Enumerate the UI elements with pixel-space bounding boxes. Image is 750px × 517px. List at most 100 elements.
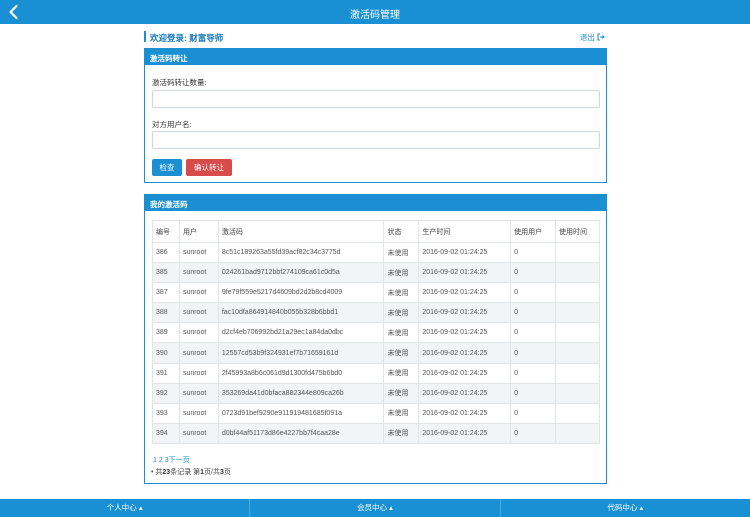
cell-used-by: 0 bbox=[510, 362, 557, 384]
table-row: 390 sunroot 12557cd53b9f324931ef7b71659161… bbox=[152, 342, 600, 364]
summary-suffix: 页 bbox=[223, 469, 231, 476]
cell-id: 388 bbox=[152, 302, 180, 324]
summary-mid: 条记录 第 bbox=[170, 469, 201, 476]
cell-created: 2016-09-02 01:24:25 bbox=[418, 402, 512, 424]
codes-panel-title: 我的激活码 bbox=[145, 195, 606, 211]
table-row: 385 sunroot 024261bad9712bbf274109ca61c0d5… bbox=[152, 262, 600, 284]
cell-code: fac10dfa864914840b055b328b6bbd1 bbox=[217, 302, 385, 324]
table-row: 394 sunroot d0bf44af51173d86e4227bb7f4caa2… bbox=[152, 422, 600, 444]
cell-created: 2016-09-02 01:24:25 bbox=[418, 302, 512, 324]
bottom-nav: 个人中心 ▴ 会员中心 ▴ 代码中心 ▴ bbox=[0, 499, 750, 517]
cell-user: sunroot bbox=[178, 402, 219, 424]
cell-used-at bbox=[555, 402, 600, 424]
column-header-code: 激活码 bbox=[217, 220, 385, 243]
codes-table: 编号 用户 激活码 状态 生产时间 使用用户 使用时间 386 sunroot 8c… bbox=[152, 220, 600, 444]
summary-mid2: 页/共 bbox=[204, 469, 221, 476]
column-header-used-at: 使用时间 bbox=[555, 220, 600, 243]
cell-status: 未使用 bbox=[383, 422, 420, 444]
cell-id: 385 bbox=[152, 262, 180, 284]
codes-panel: 我的激活码 编号 用户 激活码 状态 生产时间 使用用户 使用时间 386 sun… bbox=[144, 194, 607, 484]
cell-created: 2016-09-02 01:24:25 bbox=[418, 342, 512, 364]
record-summary: • 共23条记录 第1页/共3页 bbox=[151, 469, 231, 476]
cell-status: 未使用 bbox=[383, 382, 420, 404]
cell-status: 未使用 bbox=[383, 241, 420, 264]
table-row: 393 sunroot 0723d91bef9290e911919481685f09… bbox=[152, 402, 600, 424]
cell-id: 386 bbox=[152, 241, 180, 264]
cell-used-at bbox=[555, 342, 600, 364]
page-title: 激活码管理 bbox=[350, 10, 400, 21]
cell-used-by: 0 bbox=[510, 322, 557, 344]
check-button[interactable]: 检查 bbox=[152, 159, 182, 176]
cell-code: 8c51c189263a55fd39acf82c34c3775d bbox=[217, 241, 385, 264]
column-header-used-by: 使用用户 bbox=[510, 220, 557, 243]
cell-used-at bbox=[555, 302, 600, 324]
cell-status: 未使用 bbox=[383, 262, 420, 284]
cell-used-at bbox=[555, 362, 600, 384]
cell-used-by: 0 bbox=[510, 302, 557, 324]
cell-code: 2f45993a8b6c061d9d1300fd475b6bd0 bbox=[217, 362, 385, 384]
next-page-link[interactable]: 下一页 bbox=[169, 457, 190, 464]
nav-code-center[interactable]: 代码中心 ▴ bbox=[501, 499, 750, 517]
cell-user: sunroot bbox=[178, 302, 219, 324]
cell-id: 390 bbox=[152, 342, 180, 364]
cell-code: 353269da41d0bfaca882344e809ca26b bbox=[217, 382, 385, 404]
cell-used-at bbox=[555, 382, 600, 404]
table-row: 392 sunroot 353269da41d0bfaca882344e809ca2… bbox=[152, 382, 600, 404]
cell-id: 393 bbox=[152, 402, 180, 424]
cell-created: 2016-09-02 01:24:25 bbox=[418, 241, 512, 264]
cell-status: 未使用 bbox=[383, 282, 420, 304]
logout-label: 退出 bbox=[579, 33, 595, 42]
cell-user: sunroot bbox=[178, 262, 219, 284]
cell-used-at bbox=[555, 322, 600, 344]
nav-member-center[interactable]: 会员中心 ▴ bbox=[250, 499, 501, 517]
nav-personal-center[interactable]: 个人中心 ▴ bbox=[0, 499, 251, 517]
transfer-count-input[interactable] bbox=[152, 90, 600, 108]
codes-table-body: 386 sunroot 8c51c189263a55fd39acf82c34c377… bbox=[152, 241, 600, 444]
transfer-count-label: 激活码转让数量: bbox=[152, 78, 207, 87]
transfer-panel-title: 激活码转让 bbox=[145, 49, 606, 65]
column-header-user: 用户 bbox=[178, 220, 219, 243]
logout-link[interactable]: 退出 bbox=[580, 32, 605, 43]
cell-used-by: 0 bbox=[510, 342, 557, 364]
cell-created: 2016-09-02 01:24:25 bbox=[418, 262, 512, 284]
cell-created: 2016-09-02 01:24:25 bbox=[418, 422, 512, 444]
accent-bar bbox=[144, 31, 146, 42]
cell-id: 389 bbox=[152, 322, 180, 344]
cell-used-by: 0 bbox=[510, 262, 557, 284]
cell-code: d0bf44af51173d86e4227bb7f4caa28e bbox=[217, 422, 385, 444]
cell-user: sunroot bbox=[178, 282, 219, 304]
cell-id: 387 bbox=[152, 282, 180, 304]
pagination: 1 2 3下一页 bbox=[153, 455, 190, 465]
table-row: 389 sunroot d2cf4eb706992bd21a29ec1a84da0d… bbox=[152, 322, 600, 344]
page-link-1[interactable]: 1 bbox=[153, 457, 157, 464]
cell-id: 394 bbox=[152, 422, 180, 444]
cell-code: 9fe79f559e5217d4609bd2d2b8cd4009 bbox=[217, 282, 385, 304]
table-row: 387 sunroot 9fe79f559e5217d4609bd2d2b8cd40… bbox=[152, 282, 600, 304]
cell-used-at bbox=[555, 422, 600, 444]
confirm-transfer-button[interactable]: 确认转让 bbox=[186, 159, 232, 176]
table-row: 386 sunroot 8c51c189263a55fd39acf82c34c377… bbox=[152, 241, 600, 264]
cell-used-by: 0 bbox=[510, 402, 557, 424]
cell-used-at bbox=[555, 241, 600, 264]
welcome-row: 欢迎登录: 财富导师 退出 bbox=[144, 30, 607, 44]
column-header-status: 状态 bbox=[383, 220, 420, 243]
page-link-2[interactable]: 2 bbox=[159, 457, 163, 464]
cell-status: 未使用 bbox=[383, 362, 420, 384]
cell-used-by: 0 bbox=[510, 282, 557, 304]
cell-created: 2016-09-02 01:24:25 bbox=[418, 382, 512, 404]
cell-created: 2016-09-02 01:24:25 bbox=[418, 282, 512, 304]
target-username-input[interactable] bbox=[152, 131, 600, 149]
cell-user: sunroot bbox=[178, 322, 219, 344]
cell-user: sunroot bbox=[178, 362, 219, 384]
cell-user: sunroot bbox=[178, 382, 219, 404]
transfer-panel: 激活码转让 激活码转让数量: 对方用户名: 检查 确认转让 bbox=[144, 48, 607, 183]
table-row: 388 sunroot fac10dfa864914840b055b328b6bbd… bbox=[152, 302, 600, 324]
sign-out-icon bbox=[597, 33, 605, 41]
cell-created: 2016-09-02 01:24:25 bbox=[418, 322, 512, 344]
target-username-label: 对方用户名: bbox=[152, 120, 192, 129]
table-row: 391 sunroot 2f45993a8b6c061d9d1300fd475b6b… bbox=[152, 362, 600, 384]
cell-user: sunroot bbox=[178, 422, 219, 444]
welcome-text: 欢迎登录: 财富导师 bbox=[150, 33, 224, 43]
column-header-created: 生产时间 bbox=[418, 220, 512, 243]
cell-status: 未使用 bbox=[383, 342, 420, 364]
